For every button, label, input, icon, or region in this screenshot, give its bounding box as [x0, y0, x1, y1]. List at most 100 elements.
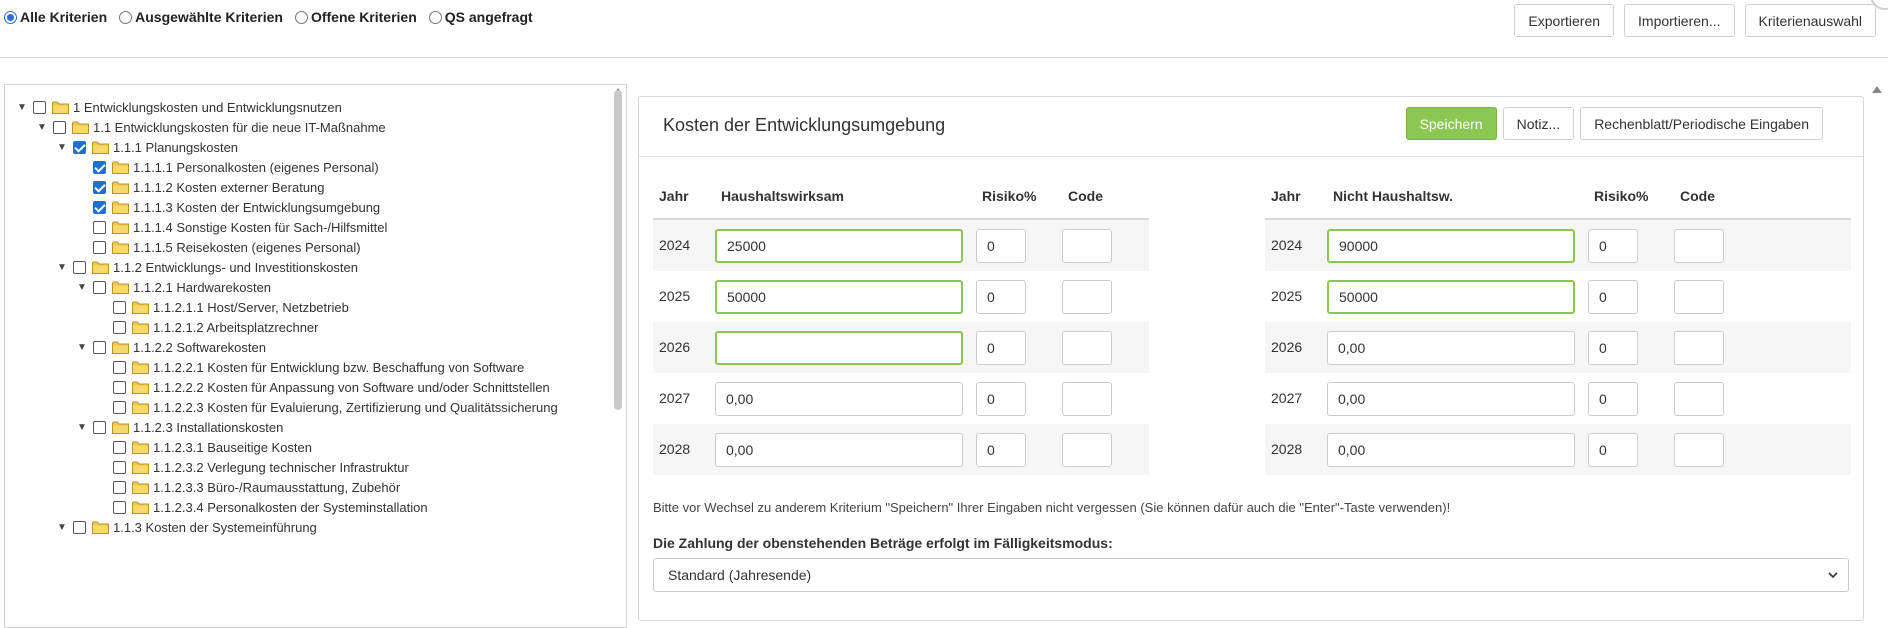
- radio-circle-icon[interactable]: [294, 10, 308, 24]
- tree-node[interactable]: ▼1.1.1.4 Sonstige Kosten für Sach-/Hilfs…: [75, 217, 387, 237]
- export-button[interactable]: Exportieren: [1514, 4, 1615, 37]
- tree-node-label[interactable]: 1.1.1.2 Kosten externer Beratung: [133, 180, 325, 195]
- tree-checkbox[interactable]: [93, 280, 106, 294]
- tree-checkbox[interactable]: [113, 380, 126, 394]
- tree-node[interactable]: ▼ 1.1.2 Entwicklungs- und Investitionskos…: [55, 257, 358, 277]
- expand-toggle-icon[interactable]: ▼: [35, 122, 49, 133]
- risk-input[interactable]: 0: [1588, 433, 1638, 467]
- filter-radio[interactable]: Offene Kriterien: [294, 9, 417, 25]
- tree-checkbox[interactable]: [113, 500, 126, 514]
- tree-node[interactable]: ▼ 1.1.3 Kosten der Systemeinführung: [55, 517, 317, 537]
- expand-toggle-icon[interactable]: ▼: [55, 262, 69, 273]
- tree-node[interactable]: ▼1.1.1.3 Kosten der Entwicklungsumgebung: [75, 197, 380, 217]
- tree-node-label[interactable]: 1.1.3 Kosten der Systemeinführung: [113, 520, 317, 535]
- risk-input[interactable]: 0: [1588, 331, 1638, 365]
- tree-node[interactable]: ▼ 1.1.2.1 Hardwarekosten: [75, 277, 271, 297]
- risk-input[interactable]: 0: [1588, 229, 1638, 263]
- tree-checkbox[interactable]: [33, 100, 46, 114]
- tree-node[interactable]: ▼1.1.1.1 Personalkosten (eigenes Persona…: [75, 157, 379, 177]
- tree-node[interactable]: ▼1.1.2.3.3 Büro-/Raumausstattung, Zubehö…: [95, 477, 400, 497]
- tree-node-label[interactable]: 1.1.2.2.3 Kosten für Evaluierung, Zertif…: [153, 400, 558, 415]
- tree-node-label[interactable]: 1.1.2.3.4 Personalkosten der Systeminsta…: [153, 500, 428, 515]
- tree-node-label[interactable]: 1.1.2.2 Softwarekosten: [133, 340, 266, 355]
- tree-checkbox[interactable]: [113, 300, 126, 314]
- amount-input[interactable]: 25000: [715, 229, 963, 263]
- tree-node[interactable]: ▼1.1.2.3.4 Personalkosten der Systeminst…: [95, 497, 428, 517]
- tree-node-label[interactable]: 1.1 Entwicklungskosten für die neue IT-M…: [93, 120, 386, 135]
- tree-checkbox[interactable]: [93, 220, 106, 234]
- tree-node-label[interactable]: 1.1.1 Planungskosten: [113, 140, 238, 155]
- risk-input[interactable]: 0: [1588, 280, 1638, 314]
- filter-radio[interactable]: Ausgewählte Kriterien: [119, 9, 283, 25]
- risk-input[interactable]: 0: [1588, 382, 1638, 416]
- spreadsheet-button[interactable]: Rechenblatt/Periodische Eingaben: [1580, 107, 1823, 140]
- tree-node-label[interactable]: 1 Entwicklungskosten und Entwicklungsnut…: [73, 100, 342, 115]
- risk-input[interactable]: 0: [976, 331, 1026, 365]
- tree-node-label[interactable]: 1.1.2.1 Hardwarekosten: [133, 280, 271, 295]
- tree-node-label[interactable]: 1.1.2.3.3 Büro-/Raumausstattung, Zubehör: [153, 480, 400, 495]
- code-input[interactable]: [1062, 382, 1112, 416]
- tree-checkbox[interactable]: [113, 320, 126, 334]
- tree-checkbox[interactable]: [113, 460, 126, 474]
- tree-node[interactable]: ▼ 1 Entwicklungskosten und Entwicklungsnu…: [15, 97, 342, 117]
- code-input[interactable]: [1674, 331, 1724, 365]
- expand-toggle-icon[interactable]: ▼: [75, 422, 89, 433]
- note-button[interactable]: Notiz...: [1502, 107, 1575, 140]
- risk-input[interactable]: 0: [976, 433, 1026, 467]
- expand-toggle-icon[interactable]: ▼: [55, 522, 69, 533]
- tree-node[interactable]: ▼1.1.2.2.1 Kosten für Entwicklung bzw. B…: [95, 357, 524, 377]
- tree-node[interactable]: ▼ 1.1.1 Planungskosten: [55, 137, 238, 157]
- tree-node[interactable]: ▼1.1.1.5 Reisekosten (eigenes Personal): [75, 237, 361, 257]
- import-button[interactable]: Importieren...: [1624, 4, 1735, 37]
- tree-scrollbar[interactable]: [614, 90, 622, 410]
- save-button[interactable]: Speichern: [1405, 107, 1497, 140]
- code-input[interactable]: [1674, 433, 1724, 467]
- amount-input[interactable]: 50000: [715, 280, 963, 314]
- risk-input[interactable]: 0: [976, 382, 1026, 416]
- tree-checkbox[interactable]: [73, 520, 86, 534]
- tree-checkbox[interactable]: [113, 440, 126, 454]
- code-input[interactable]: [1674, 280, 1724, 314]
- expand-toggle-icon[interactable]: ▼: [55, 142, 69, 153]
- code-input[interactable]: [1674, 229, 1724, 263]
- tree-checkbox[interactable]: [73, 260, 86, 274]
- tree-node-label[interactable]: 1.1.1.1 Personalkosten (eigenes Personal…: [133, 160, 379, 175]
- code-input[interactable]: [1062, 280, 1112, 314]
- code-input[interactable]: [1062, 433, 1112, 467]
- amount-input[interactable]: 0,00: [1327, 433, 1575, 467]
- page-scroll-up-icon[interactable]: [1872, 86, 1882, 93]
- tree-node-label[interactable]: 1.1.1.4 Sonstige Kosten für Sach-/Hilfsm…: [133, 220, 387, 235]
- tree-node[interactable]: ▼1.1.2.2.2 Kosten für Anpassung von Soft…: [95, 377, 550, 397]
- amount-input[interactable]: [715, 331, 963, 365]
- amount-input[interactable]: 0,00: [715, 433, 963, 467]
- amount-input[interactable]: 50000: [1327, 280, 1575, 314]
- payment-mode-select[interactable]: Standard (Jahresende): [653, 558, 1849, 592]
- tree-node[interactable]: ▼1.1.1.2 Kosten externer Beratung: [75, 177, 325, 197]
- tree-node-label[interactable]: 1.1.2.1.1 Host/Server, Netzbetrieb: [153, 300, 349, 315]
- tree-node-label[interactable]: 1.1.2.3.2 Verlegung technischer Infrastr…: [153, 460, 409, 475]
- tree-checkbox[interactable]: [93, 160, 106, 174]
- risk-input[interactable]: 0: [976, 280, 1026, 314]
- tree-node[interactable]: ▼1.1.2.3.1 Bauseitige Kosten: [95, 437, 312, 457]
- code-input[interactable]: [1674, 382, 1724, 416]
- tree-node-label[interactable]: 1.1.2.1.2 Arbeitsplatzrechner: [153, 320, 319, 335]
- tree-checkbox[interactable]: [93, 420, 106, 434]
- tree-node-label[interactable]: 1.1.2.2.1 Kosten für Entwicklung bzw. Be…: [153, 360, 524, 375]
- tree-node-label[interactable]: 1.1.2.3 Installationskosten: [133, 420, 283, 435]
- tree-node[interactable]: ▼1.1.2.3.2 Verlegung technischer Infrast…: [95, 457, 409, 477]
- amount-input[interactable]: 0,00: [1327, 382, 1575, 416]
- risk-input[interactable]: 0: [976, 229, 1026, 263]
- tree-checkbox[interactable]: [93, 180, 106, 194]
- tree-checkbox[interactable]: [93, 340, 106, 354]
- tree-checkbox[interactable]: [73, 140, 86, 154]
- amount-input[interactable]: 0,00: [715, 382, 963, 416]
- tree-node-label[interactable]: 1.1.1.5 Reisekosten (eigenes Personal): [133, 240, 361, 255]
- radio-circle-icon[interactable]: [428, 10, 442, 24]
- tree-checkbox[interactable]: [113, 480, 126, 494]
- expand-toggle-icon[interactable]: ▼: [15, 102, 29, 113]
- expand-toggle-icon[interactable]: ▼: [75, 342, 89, 353]
- radio-circle-icon[interactable]: [119, 10, 133, 24]
- tree-node-label[interactable]: 1.1.2.2.2 Kosten für Anpassung von Softw…: [153, 380, 550, 395]
- tree-checkbox[interactable]: [113, 360, 126, 374]
- tree-node-label[interactable]: 1.1.2 Entwicklungs- und Investitionskost…: [113, 260, 358, 275]
